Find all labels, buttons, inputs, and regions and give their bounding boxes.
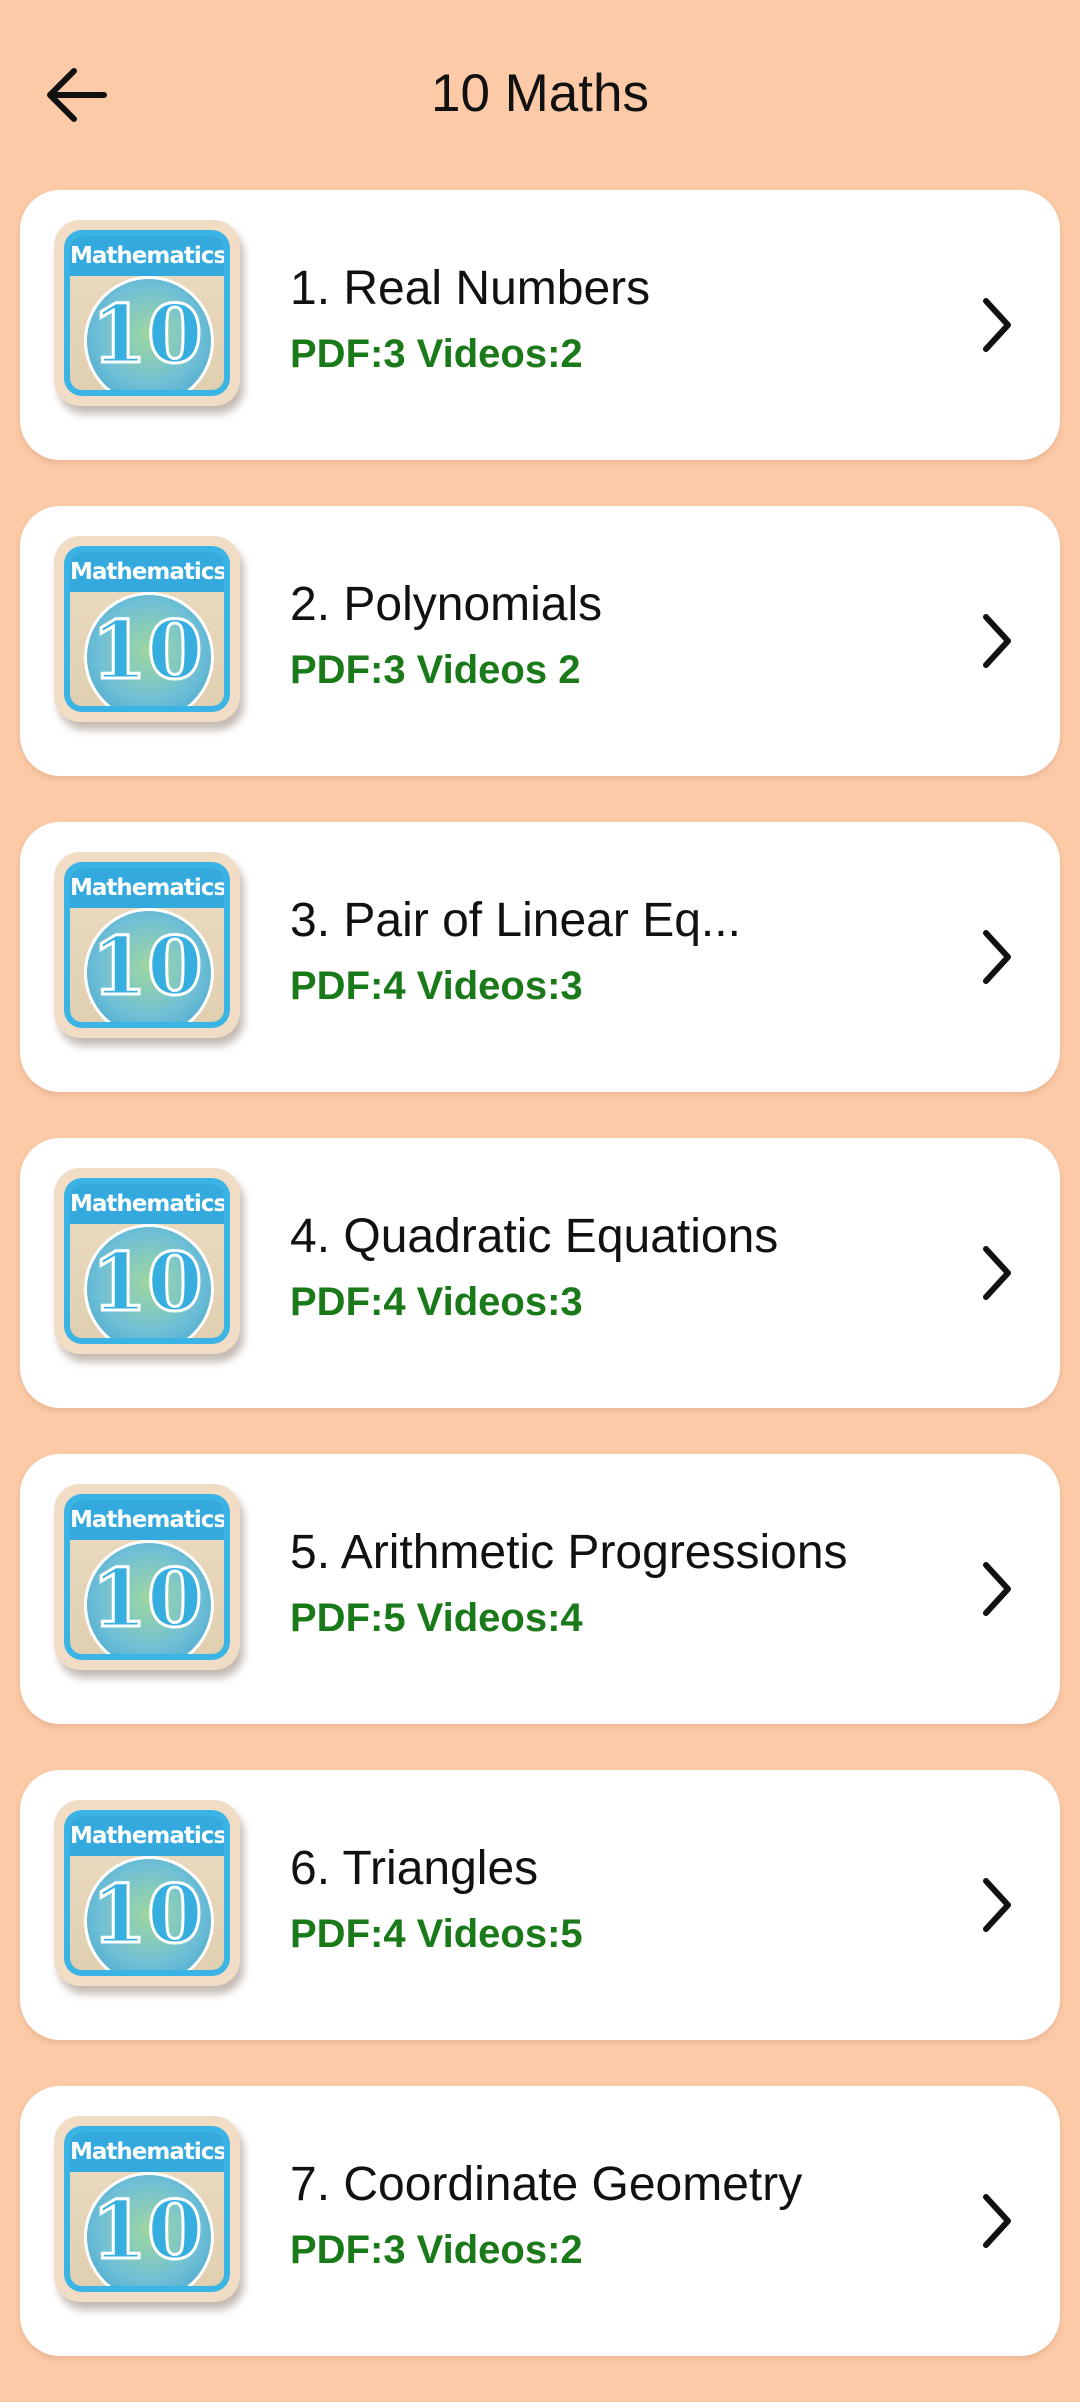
chapter-title: 1. Real Numbers (290, 262, 651, 315)
chapter-thumbnail: Mathematics 10 (54, 1484, 240, 1670)
chapter-meta: PDF:3 Videos:2 (290, 332, 583, 376)
thumbnail-number: 10 (90, 918, 204, 1015)
chapter-meta: PDF:4 Videos:5 (290, 1912, 583, 1956)
chevron-right-icon (966, 2181, 1026, 2261)
thumbnail-label: Mathematics (70, 2132, 224, 2172)
thumbnail-number: 10 (90, 1866, 204, 1963)
chapter-meta: PDF:3 Videos 2 (290, 648, 581, 692)
chapter-list: Mathematics 10 1. Real Numbers PDF:3 Vid… (20, 190, 1060, 2402)
chapter-meta: PDF:4 Videos:3 (290, 1280, 583, 1324)
chapter-thumbnail: Mathematics 10 (54, 220, 240, 406)
thumbnail-label: Mathematics (70, 1816, 224, 1856)
chapter-card[interactable]: Mathematics 10 4. Quadratic Equations PD… (20, 1138, 1060, 1408)
thumbnail-number: 10 (90, 2182, 204, 2279)
chapter-thumbnail: Mathematics 10 (54, 1168, 240, 1354)
chapter-card[interactable]: Mathematics 10 5. Arithmetic Progression… (20, 1454, 1060, 1724)
app-header: 10 Maths (0, 0, 1080, 190)
chapter-title: 4. Quadratic Equations (290, 1210, 779, 1263)
page-title: 10 Maths (430, 64, 649, 123)
chapter-card[interactable]: Mathematics 10 2. Polynomials PDF:3 Vide… (20, 506, 1060, 776)
thumbnail-label: Mathematics (70, 868, 224, 908)
chapter-card[interactable]: Mathematics 10 3. Pair of Linear Eq... P… (20, 822, 1060, 1092)
chapter-thumbnail: Mathematics 10 (54, 1800, 240, 1986)
chapter-meta: PDF:4 Videos:3 (290, 964, 583, 1008)
chapter-thumbnail: Mathematics 10 (54, 2116, 240, 2302)
chapter-title: 7. Coordinate Geometry (290, 2158, 803, 2211)
thumbnail-label: Mathematics (70, 1184, 224, 1224)
chapter-title: 2. Polynomials (290, 578, 603, 631)
thumbnail-number: 10 (90, 1550, 204, 1647)
thumbnail-number: 10 (90, 286, 204, 383)
thumbnail-label: Mathematics (70, 1500, 224, 1540)
thumbnail-number: 10 (90, 1234, 204, 1331)
chapter-thumbnail: Mathematics 10 (54, 852, 240, 1038)
thumbnail-label: Mathematics (70, 236, 224, 276)
chapter-title: 3. Pair of Linear Eq... (290, 894, 741, 947)
chevron-right-icon (966, 1233, 1026, 1313)
chapter-card[interactable]: Mathematics 10 1. Real Numbers PDF:3 Vid… (20, 190, 1060, 460)
thumbnail-label: Mathematics (70, 552, 224, 592)
chevron-right-icon (966, 285, 1026, 365)
chevron-right-icon (966, 917, 1026, 997)
chapter-card[interactable]: Mathematics 10 6. Triangles PDF:4 Videos… (20, 1770, 1060, 2040)
chapter-title: 5. Arithmetic Progressions (290, 1526, 848, 1579)
chapter-title: 6. Triangles (290, 1842, 539, 1895)
chapter-card[interactable]: Mathematics 10 7. Coordinate Geometry PD… (20, 2086, 1060, 2356)
thumbnail-number: 10 (90, 602, 204, 699)
chevron-right-icon (966, 1865, 1026, 1945)
chevron-right-icon (966, 1549, 1026, 1629)
chapter-meta: PDF:5 Videos:4 (290, 1596, 583, 1640)
chapter-thumbnail: Mathematics 10 (54, 536, 240, 722)
chapter-meta: PDF:3 Videos:2 (290, 2228, 583, 2272)
chevron-right-icon (966, 601, 1026, 681)
